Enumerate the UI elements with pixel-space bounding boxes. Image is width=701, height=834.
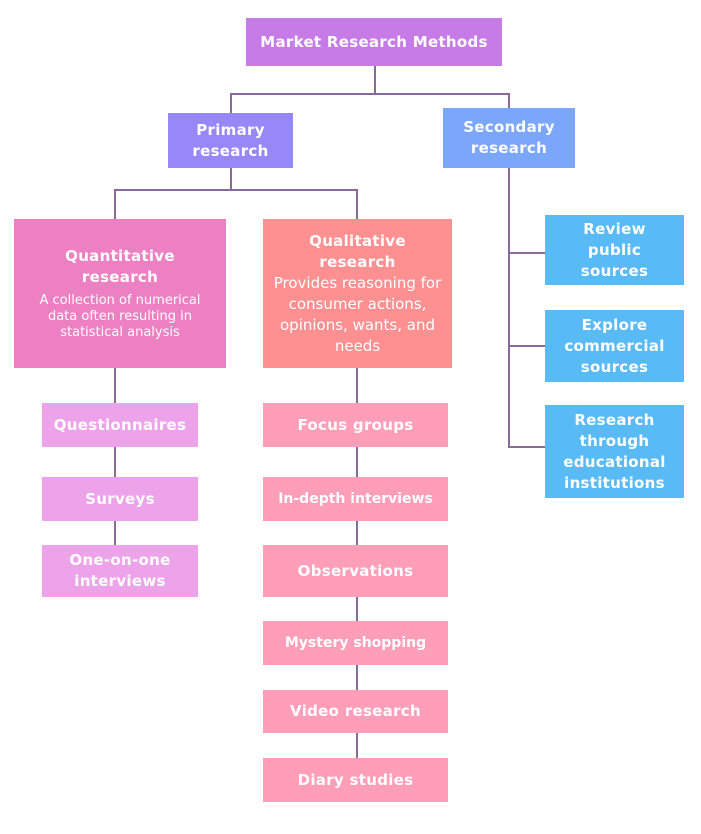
qualitative-item: Mystery shopping: [263, 621, 448, 665]
connector-primary-bar: [114, 189, 358, 191]
qualitative-item: In-depth interviews: [263, 477, 448, 521]
quantitative-research-description: A collection of numerical data often res…: [39, 293, 201, 340]
quantitative-research-title: Quantitative research: [65, 247, 175, 286]
root-node: Market Research Methods: [246, 18, 502, 66]
qualitative-research-title: Qualitative research: [309, 231, 406, 271]
quantitative-item-label: Questionnaires: [53, 415, 187, 434]
connector-secondary-branch-1: [508, 252, 545, 254]
connector-secondary-branch-3: [508, 446, 545, 448]
qualitative-item-label: Observations: [297, 561, 414, 580]
quantitative-item: One-on-one interviews: [42, 545, 198, 597]
quantitative-item: Questionnaires: [42, 403, 198, 447]
connector-to-primary: [230, 93, 232, 113]
primary-research-node: Primary research: [168, 113, 293, 168]
qualitative-item-label: Focus groups: [297, 415, 414, 434]
quantitative-item-label: Surveys: [85, 489, 155, 508]
secondary-item-label: Research through educational institution…: [563, 410, 666, 492]
qualitative-item: Video research: [263, 690, 448, 733]
secondary-item-label: Explore commercial sources: [564, 315, 665, 376]
connector-to-secondary: [508, 93, 510, 108]
primary-research-title: Primary research: [192, 120, 269, 160]
secondary-research-node: Secondary research: [443, 108, 575, 168]
root-title: Market Research Methods: [260, 32, 488, 51]
qualitative-item: Focus groups: [263, 403, 448, 447]
connector-secondary-stem: [508, 168, 510, 448]
qualitative-item-label: Mystery shopping: [284, 634, 427, 651]
quantitative-item-label: One-on-one interviews: [69, 551, 171, 590]
secondary-item-label: Review public sources: [580, 219, 649, 280]
secondary-item: Review public sources: [545, 215, 684, 285]
connector-to-qualitative: [356, 189, 358, 219]
qualitative-research-description: Provides reasoning for consumer actions,…: [273, 273, 442, 355]
qualitative-item: Diary studies: [263, 758, 448, 802]
quantitative-research-node: Quantitative research A collection of nu…: [14, 219, 226, 368]
secondary-item: Explore commercial sources: [545, 310, 684, 382]
qualitative-item-label: In-depth interviews: [278, 490, 433, 507]
connector-root-bar: [230, 93, 510, 95]
connector-primary-stem: [230, 168, 232, 191]
qualitative-research-node: Qualitative research Provides reasoning …: [263, 219, 452, 368]
connector-secondary-branch-2: [508, 345, 545, 347]
secondary-item: Research through educational institution…: [545, 405, 684, 498]
quantitative-item: Surveys: [42, 477, 198, 521]
connector-to-quantitative: [114, 189, 116, 219]
secondary-research-title: Secondary research: [463, 118, 555, 157]
connector-root-stem: [374, 66, 376, 95]
qualitative-item-label: Diary studies: [297, 770, 414, 789]
qualitative-item-label: Video research: [290, 702, 421, 720]
qualitative-item: Observations: [263, 545, 448, 597]
